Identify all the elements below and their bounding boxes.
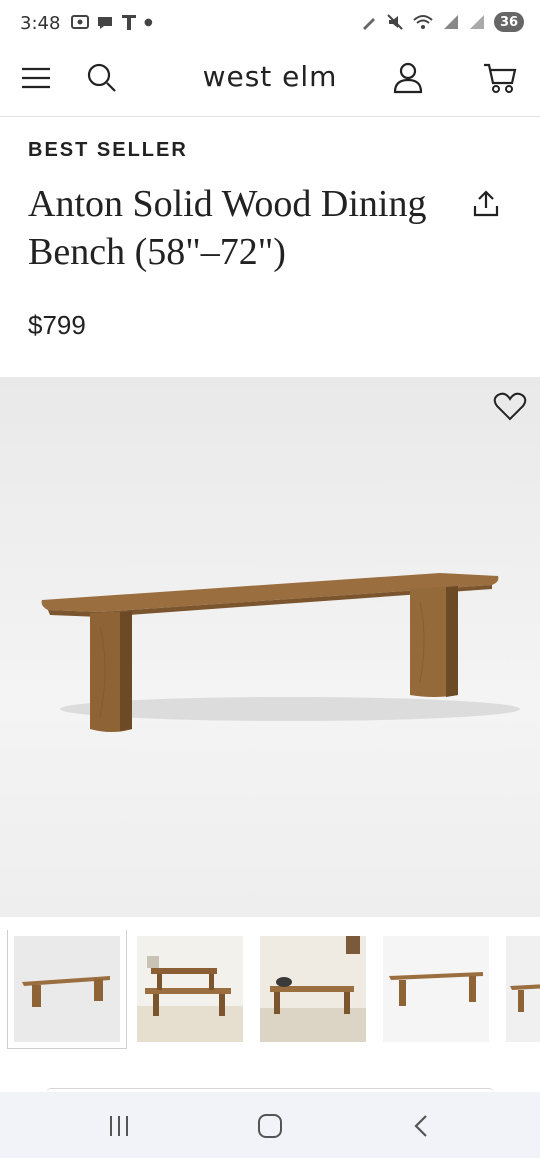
product-title: Anton Solid Wood Dining Bench (58"–72") bbox=[28, 183, 427, 273]
heart-icon[interactable] bbox=[490, 387, 530, 427]
carrier-icon bbox=[122, 15, 136, 30]
share-icon[interactable] bbox=[466, 184, 506, 224]
product-price: $799 bbox=[28, 310, 86, 340]
status-time: 3:48 bbox=[20, 13, 61, 34]
thumbnail-strip bbox=[0, 930, 540, 1060]
thumbnail-3[interactable] bbox=[260, 936, 366, 1042]
site-header: west elm bbox=[0, 48, 540, 117]
signal-2-icon bbox=[470, 15, 484, 29]
thumbnail-1[interactable] bbox=[7, 930, 127, 1049]
site-logo[interactable]: west elm bbox=[0, 60, 540, 93]
recent-apps-icon[interactable] bbox=[94, 1106, 144, 1146]
bench-image bbox=[41, 573, 520, 732]
home-icon[interactable] bbox=[245, 1106, 295, 1146]
pen-icon bbox=[363, 18, 375, 30]
dot-icon: ● bbox=[144, 16, 153, 28]
system-icons: 36 bbox=[360, 12, 524, 32]
best-seller-badge: BEST SELLER bbox=[28, 139, 188, 161]
system-nav-bar bbox=[0, 1092, 540, 1158]
back-icon[interactable] bbox=[396, 1106, 446, 1146]
status-bar: 3:48 ● 36 bbox=[0, 0, 540, 48]
screenshot-icon bbox=[71, 15, 89, 29]
signal-icon bbox=[444, 15, 458, 29]
thumbnail-4[interactable] bbox=[383, 936, 489, 1042]
cart-icon[interactable] bbox=[480, 58, 520, 98]
thumbnail-5[interactable] bbox=[506, 936, 540, 1042]
battery-indicator: 36 bbox=[494, 12, 524, 32]
notification-icons: ● bbox=[70, 12, 153, 32]
wifi-icon bbox=[413, 15, 433, 29]
thumbnail-2[interactable] bbox=[137, 936, 243, 1042]
mute-icon bbox=[387, 14, 403, 30]
product-hero-image[interactable] bbox=[0, 377, 540, 917]
chat-icon bbox=[98, 17, 112, 29]
account-icon[interactable] bbox=[388, 58, 428, 98]
